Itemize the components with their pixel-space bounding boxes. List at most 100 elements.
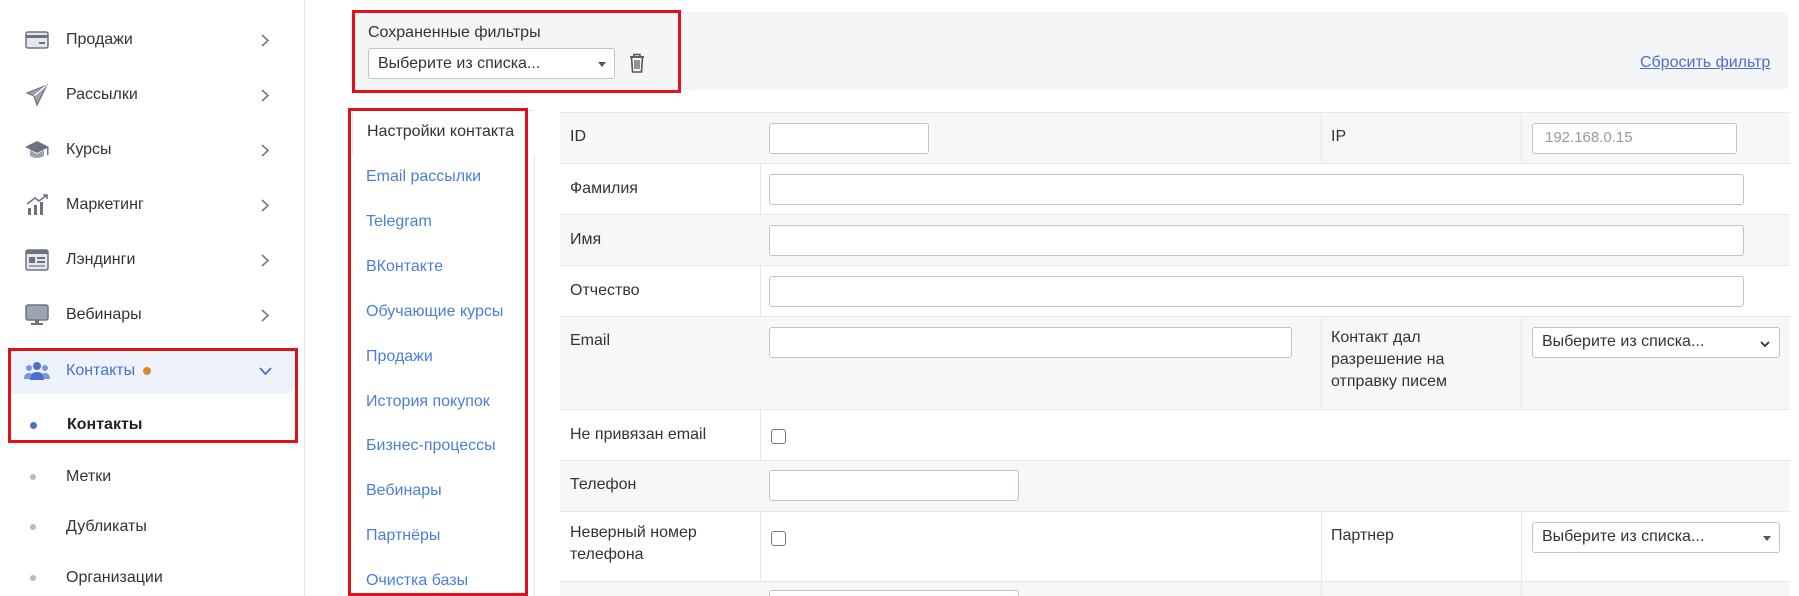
sidebar-item-courses[interactable]: Курсы — [8, 127, 294, 173]
divider — [1521, 317, 1522, 410]
chart-growth-icon — [24, 192, 50, 218]
bullet-icon — [30, 575, 36, 581]
email-input[interactable] — [769, 327, 1292, 358]
form-row-lastname: Фамилия — [560, 164, 1790, 215]
sidebar-item-label: Маркетинг — [66, 196, 144, 213]
form-row-email: Email Контакт дал разрешение на отправку… — [560, 317, 1790, 410]
settings-link-vk[interactable]: ВКонтакте — [366, 258, 443, 276]
bullet-icon — [30, 524, 36, 530]
graduation-cap-icon — [24, 137, 50, 163]
chevron-right-icon — [258, 198, 272, 212]
subnav-item-duplicates[interactable]: Дубликаты — [30, 507, 147, 547]
settings-link-partners[interactable]: Партнёры — [366, 527, 440, 545]
bullet-icon — [30, 421, 37, 429]
divider — [1321, 317, 1322, 410]
sidebar: Продажи Рассылки Курсы Маркетинг Лэндинг… — [0, 0, 305, 596]
id-input[interactable] — [769, 123, 929, 154]
settings-link-webinars[interactable]: Вебинары — [366, 482, 442, 500]
settings-link-cleanup[interactable]: Очистка базы — [366, 572, 468, 590]
subnav-item-label: Организации — [66, 569, 163, 586]
sidebar-item-webinars[interactable]: Вебинары — [8, 292, 294, 338]
sidebar-item-mailings[interactable]: Рассылки — [8, 72, 294, 118]
partner-label: Партнер — [1331, 527, 1394, 544]
settings-link-business-processes[interactable]: Бизнес-процессы — [366, 437, 496, 455]
form-row-firstname: Имя — [560, 215, 1790, 266]
contact-filter-form: ID IP 192.168.0.15 Фамилия Имя Отчество … — [560, 112, 1790, 596]
subnav-item-organizations[interactable]: Организации — [30, 558, 163, 596]
sidebar-item-label: Рассылки — [66, 86, 138, 103]
id-label: ID — [570, 128, 586, 145]
firstname-input[interactable] — [769, 225, 1744, 256]
caret-down-icon — [598, 62, 606, 67]
settings-link-telegram[interactable]: Telegram — [366, 213, 432, 231]
subnav-item-label: Контакты — [67, 416, 143, 433]
middlename-label: Отчество — [570, 282, 640, 299]
trash-icon[interactable] — [627, 52, 647, 76]
middlename-input[interactable] — [769, 276, 1744, 307]
lastname-input[interactable] — [769, 174, 1744, 205]
divider — [1521, 512, 1522, 582]
ip-label: IP — [1331, 128, 1347, 145]
chevron-right-icon — [258, 33, 272, 47]
sidebar-item-label: Контакты — [66, 362, 258, 380]
form-row-phone: Телефон — [560, 461, 1790, 512]
chevron-right-icon — [258, 88, 272, 102]
form-row-no-email: Не привязан email — [560, 410, 1790, 461]
divider — [1321, 512, 1322, 582]
consent-select[interactable]: Выберите из списка... — [1532, 327, 1780, 358]
chevron-down-icon — [258, 364, 272, 378]
ip-placeholder: 192.168.0.15 — [1545, 129, 1633, 146]
no-email-checkbox[interactable] — [771, 429, 786, 444]
divider — [1521, 113, 1522, 164]
subnav-item-tags[interactable]: Метки — [30, 457, 111, 497]
phone-label: Телефон — [570, 476, 637, 493]
sidebar-item-contacts[interactable]: Контакты — [8, 348, 294, 394]
form-row-bad-phone: Неверный номер телефона Партнер Выберите… — [560, 512, 1790, 582]
chevron-right-icon — [258, 308, 272, 322]
saved-filters-select-value: Выберите из списка... — [378, 54, 541, 72]
monitor-icon — [24, 302, 50, 328]
form-row-partial — [560, 582, 1790, 596]
sidebar-item-label: Курсы — [66, 141, 112, 158]
consent-label: Контакт дал разрешение на отправку писем — [1331, 329, 1447, 390]
sidebar-item-marketing[interactable]: Маркетинг — [8, 182, 294, 228]
notification-dot — [143, 366, 152, 375]
sidebar-item-contacts-text: Контакты — [66, 362, 136, 379]
settings-link-courses[interactable]: Обучающие курсы — [366, 303, 503, 321]
bad-phone-label: Неверный номер телефона — [570, 524, 697, 563]
settings-link-email[interactable]: Email рассылки — [366, 168, 481, 186]
lastname-label: Фамилия — [570, 180, 638, 197]
form-row-middlename: Отчество — [560, 266, 1790, 317]
bullet-icon — [30, 474, 36, 480]
sidebar-item-label: Продажи — [66, 31, 133, 48]
subnav-item-contacts[interactable]: Контакты — [30, 405, 142, 445]
settings-link-sales[interactable]: Продажи — [366, 348, 433, 366]
saved-filters-select[interactable]: Выберите из списка... — [368, 48, 615, 79]
phone-input[interactable] — [769, 470, 1019, 501]
sidebar-item-sales[interactable]: Продажи — [8, 17, 294, 63]
form-row-id: ID IP 192.168.0.15 — [560, 113, 1790, 164]
paper-plane-icon — [24, 82, 50, 108]
caret-down-icon — [1763, 536, 1771, 541]
contact-settings-nav: Настройки контакта Email рассылки Telegr… — [352, 110, 535, 596]
divider — [534, 155, 535, 596]
partner-select[interactable]: Выберите из списка... — [1532, 522, 1780, 553]
subnav-item-label: Дубликаты — [66, 518, 147, 535]
consent-select-value: Выберите из списка... — [1542, 333, 1705, 350]
settings-link-purchase-history[interactable]: История покупок — [366, 393, 490, 411]
chevron-right-icon — [258, 253, 272, 267]
ip-input[interactable]: 192.168.0.15 — [1532, 123, 1737, 154]
partial-input[interactable] — [769, 590, 1019, 596]
contact-settings-tab[interactable]: Настройки контакта — [352, 110, 535, 155]
sidebar-item-label: Вебинары — [66, 306, 142, 323]
chevron-down-icon — [1759, 337, 1771, 349]
firstname-label: Имя — [570, 231, 602, 248]
sidebar-item-label: Лэндинги — [66, 251, 136, 268]
reset-filter-link[interactable]: Сбросить фильтр — [1640, 54, 1770, 72]
divider — [1321, 113, 1322, 164]
sidebar-item-landings[interactable]: Лэндинги — [8, 237, 294, 283]
email-label: Email — [570, 332, 611, 349]
chevron-right-icon — [258, 143, 272, 157]
partner-select-value: Выберите из списка... — [1542, 528, 1705, 545]
bad-phone-checkbox[interactable] — [771, 531, 786, 546]
